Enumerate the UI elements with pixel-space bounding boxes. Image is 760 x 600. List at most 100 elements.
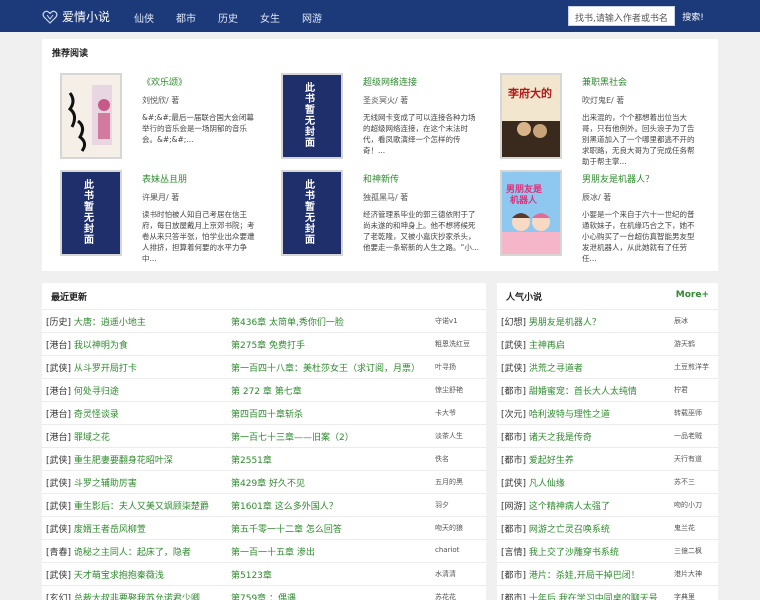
update-book-title[interactable]: 奇灵怪谈录: [74, 410, 119, 420]
update-chapter-link[interactable]: 第四百四十章斩杀: [231, 407, 303, 420]
update-book-link[interactable]: [武侠] 从斗罗开局打卡: [46, 361, 137, 374]
update-chapter-link[interactable]: 第436章 太简单,秀你们一脸: [231, 315, 344, 328]
book-title[interactable]: 男朋友是机器人？: [582, 172, 654, 185]
popular-book-link[interactable]: [都市] 爱起好生养: [501, 453, 574, 466]
nav-item-wangyou[interactable]: 网游: [302, 10, 322, 25]
update-book-title[interactable]: 何处寻归途: [74, 387, 119, 397]
update-book-title[interactable]: 总裁大叔非要娶我苏允诺君少卿: [74, 594, 200, 600]
update-chapter-link[interactable]: 第429章 好久不见: [231, 476, 305, 489]
update-book-title[interactable]: 诡秘之主同人：起床了，隐者: [74, 548, 191, 558]
update-chapter-link[interactable]: 第五千零一十二章 怎么回答: [231, 522, 342, 535]
update-book-title[interactable]: 重生影后：夫人又美又飒顾柒楚爵: [74, 502, 209, 512]
update-book-link[interactable]: [港台] 罪域之花: [46, 430, 110, 443]
popular-book-title[interactable]: 十年后,我在学习中同桌的聊天号: [529, 594, 658, 600]
more-link[interactable]: More+: [676, 290, 709, 300]
update-book-title[interactable]: 我以神明为食: [74, 341, 128, 351]
popular-book-link[interactable]: [网游] 这个精神病人太强了: [501, 499, 610, 512]
popular-book-link[interactable]: [幻想] 男朋友是机器人？: [501, 315, 601, 328]
popular-book-title[interactable]: 爱起好生养: [529, 456, 574, 466]
update-book-title[interactable]: 斗罗之辅助厉害: [74, 479, 137, 489]
update-author: 羽夕: [435, 501, 449, 509]
update-chapter-link[interactable]: 第1601章 这么多外国人？: [231, 499, 338, 512]
recommend-item[interactable]: 此书暂无封面 超级网络连接 圣炎冥火/ 著 无线网卡变成了可以连接各种力场的超级…: [263, 73, 478, 165]
update-book-link[interactable]: [港台] 何处寻归途: [46, 384, 119, 397]
popular-book-title[interactable]: 主神再启: [529, 341, 565, 351]
popular-book-link[interactable]: [次元] 哈利波特与理性之道: [501, 407, 610, 420]
update-book-link[interactable]: [青春] 诡秘之主同人：起床了，隐者: [46, 545, 191, 558]
book-cover[interactable]: 男朋友是 机器人: [500, 170, 562, 256]
popular-row: [幻想] 男朋友是机器人？ 辰冰: [497, 309, 718, 332]
book-title[interactable]: 《欢乐颂》: [142, 75, 187, 88]
popular-book-title[interactable]: 这个精神病人太强了: [529, 502, 610, 512]
popular-book-title[interactable]: 网游之亡灵召唤系统: [529, 525, 610, 535]
update-row: [历史] 大唐：逍遥小地主 第436章 太简单,秀你们一脸 守诺v1: [42, 309, 486, 332]
update-book-link[interactable]: [武侠] 重生肥妻要翻身花昭叶深: [46, 453, 173, 466]
book-title[interactable]: 表妹丛且朋: [142, 172, 187, 185]
recommend-item[interactable]: 男朋友是 机器人 男朋友是机器人？ 辰冰/ 著 小婴是一个来自于六十一世纪的普通…: [482, 170, 697, 263]
update-book-title[interactable]: 罪域之花: [74, 433, 110, 443]
recommend-item[interactable]: 此书暂无封面 和神新传 独孤黑马/ 著 经济管理系毕业的郭三德依附于了尚未遂的和…: [263, 170, 479, 262]
popular-book-title[interactable]: 我上交了沙雕穿书系统: [529, 548, 619, 558]
update-book-link[interactable]: [港台] 我以神明为食: [46, 338, 128, 351]
nav-item-dushi[interactable]: 都市: [176, 10, 196, 25]
book-title[interactable]: 兼职黑社会: [582, 75, 627, 88]
popular-book-title[interactable]: 甜婚蜜宠：首长大人太纯情: [529, 387, 637, 397]
update-book-title[interactable]: 从斗罗开局打卡: [74, 364, 137, 374]
update-chapter-link[interactable]: 第 272 章 第七章: [231, 384, 302, 397]
book-cover[interactable]: [60, 73, 122, 159]
update-chapter-link[interactable]: 第一百四十八章：美杜莎女王（求订阅，月票）: [231, 361, 420, 374]
book-cover[interactable]: 此书暂无封面: [281, 73, 343, 159]
update-book-title[interactable]: 天才萌宝求抱抱秦薇浅: [74, 571, 164, 581]
update-chapter-link[interactable]: 第5123章: [231, 568, 272, 581]
update-book-title[interactable]: 废婿王者岳风柳萱: [74, 525, 146, 535]
cover-art-huanlesong: [62, 75, 120, 157]
update-book-link[interactable]: [历史] 大唐：逍遥小地主: [46, 315, 146, 328]
update-chapter-link[interactable]: 第2551章: [231, 453, 272, 466]
popular-book-title[interactable]: 港片：杀娃,开局干掉巴闭！: [529, 571, 640, 581]
popular-author: 转载巫师: [674, 409, 702, 417]
update-book-title[interactable]: 大唐：逍遥小地主: [74, 318, 146, 328]
popular-book-link[interactable]: [言情] 我上交了沙雕穿书系统: [501, 545, 619, 558]
popular-book-link[interactable]: [武侠] 主神再启: [501, 338, 565, 351]
popular-book-link[interactable]: [武侠] 凡人仙缘: [501, 476, 565, 489]
popular-book-title[interactable]: 凡人仙缘: [529, 479, 565, 489]
site-logo[interactable]: 爱情小说: [42, 8, 110, 25]
book-cover[interactable]: 此书暂无封面: [281, 170, 343, 256]
book-title[interactable]: 和神新传: [363, 172, 399, 185]
popular-book-link[interactable]: [都市] 十年后,我在学习中同桌的聊天号: [501, 591, 658, 600]
popular-book-link[interactable]: [武侠] 洪荒之寻道者: [501, 361, 583, 374]
book-title[interactable]: 超级网络连接: [363, 75, 417, 88]
update-book-link[interactable]: [武侠] 重生影后：夫人又美又飒顾柒楚爵: [46, 499, 209, 512]
nav-item-xianxia[interactable]: 仙侠: [134, 10, 154, 25]
popular-book-title[interactable]: 哈利波特与理性之道: [529, 410, 610, 420]
svg-text:男朋友是: 男朋友是: [506, 183, 543, 195]
recommend-item[interactable]: 李府大的 兼职黑社会 吹灯鬼E/ 著 出来混的，个个都想着出位当大哥，只有他例外…: [482, 73, 697, 166]
popular-author: 游天鹤: [674, 340, 695, 348]
update-chapter-link[interactable]: 第275章 免费打手: [231, 338, 305, 351]
popular-book-title[interactable]: 洪荒之寻道者: [529, 364, 583, 374]
update-chapter-link[interactable]: 第一百七十三章——旧案（2）: [231, 430, 354, 443]
nav-item-nvsheng[interactable]: 女生: [260, 10, 280, 25]
book-cover[interactable]: 此书暂无封面: [60, 170, 122, 256]
popular-book-title[interactable]: 诸天之我是传奇: [529, 433, 592, 443]
popular-book-link[interactable]: [都市] 网游之亡灵召唤系统: [501, 522, 610, 535]
search-input[interactable]: 找书,请输入作者或书名: [568, 6, 675, 26]
book-cover[interactable]: 李府大的: [500, 73, 562, 159]
popular-book-link[interactable]: [都市] 港片：杀娃,开局干掉巴闭！: [501, 568, 640, 581]
popular-book-title[interactable]: 男朋友是机器人？: [529, 318, 601, 328]
popular-book-link[interactable]: [都市] 诸天之我是传奇: [501, 430, 592, 443]
nav-item-lishi[interactable]: 历史: [218, 10, 238, 25]
recent-updates-title: 最近更新: [51, 293, 88, 303]
update-chapter-link[interactable]: 第759章 ：偶遇: [231, 591, 296, 600]
update-chapter-link[interactable]: 第一百一十五章 渗出: [231, 545, 315, 558]
update-book-link[interactable]: [武侠] 斗罗之辅助厉害: [46, 476, 137, 489]
search-button[interactable]: 搜索!: [676, 6, 710, 26]
update-book-link[interactable]: [武侠] 废婿王者岳风柳萱: [46, 522, 146, 535]
popular-book-link[interactable]: [都市] 甜婚蜜宠：首长大人太纯情: [501, 384, 637, 397]
update-book-link[interactable]: [玄幻] 总裁大叔非要娶我苏允诺君少卿: [46, 591, 200, 600]
recommend-item[interactable]: 此书暂无封面 表妹丛且朋 许果月/ 著 读书时怕被人知自己考居在信王府，每日放屋…: [42, 170, 257, 263]
recommend-item[interactable]: 《欢乐颂》 刘悦欣/ 著 &#;&#;最后一届联合国大会闭幕举行的音乐会是一场阴…: [42, 73, 257, 165]
update-book-link[interactable]: [港台] 奇灵怪谈录: [46, 407, 119, 420]
update-book-title[interactable]: 重生肥妻要翻身花昭叶深: [74, 456, 173, 466]
update-book-link[interactable]: [武侠] 天才萌宝求抱抱秦薇浅: [46, 568, 164, 581]
